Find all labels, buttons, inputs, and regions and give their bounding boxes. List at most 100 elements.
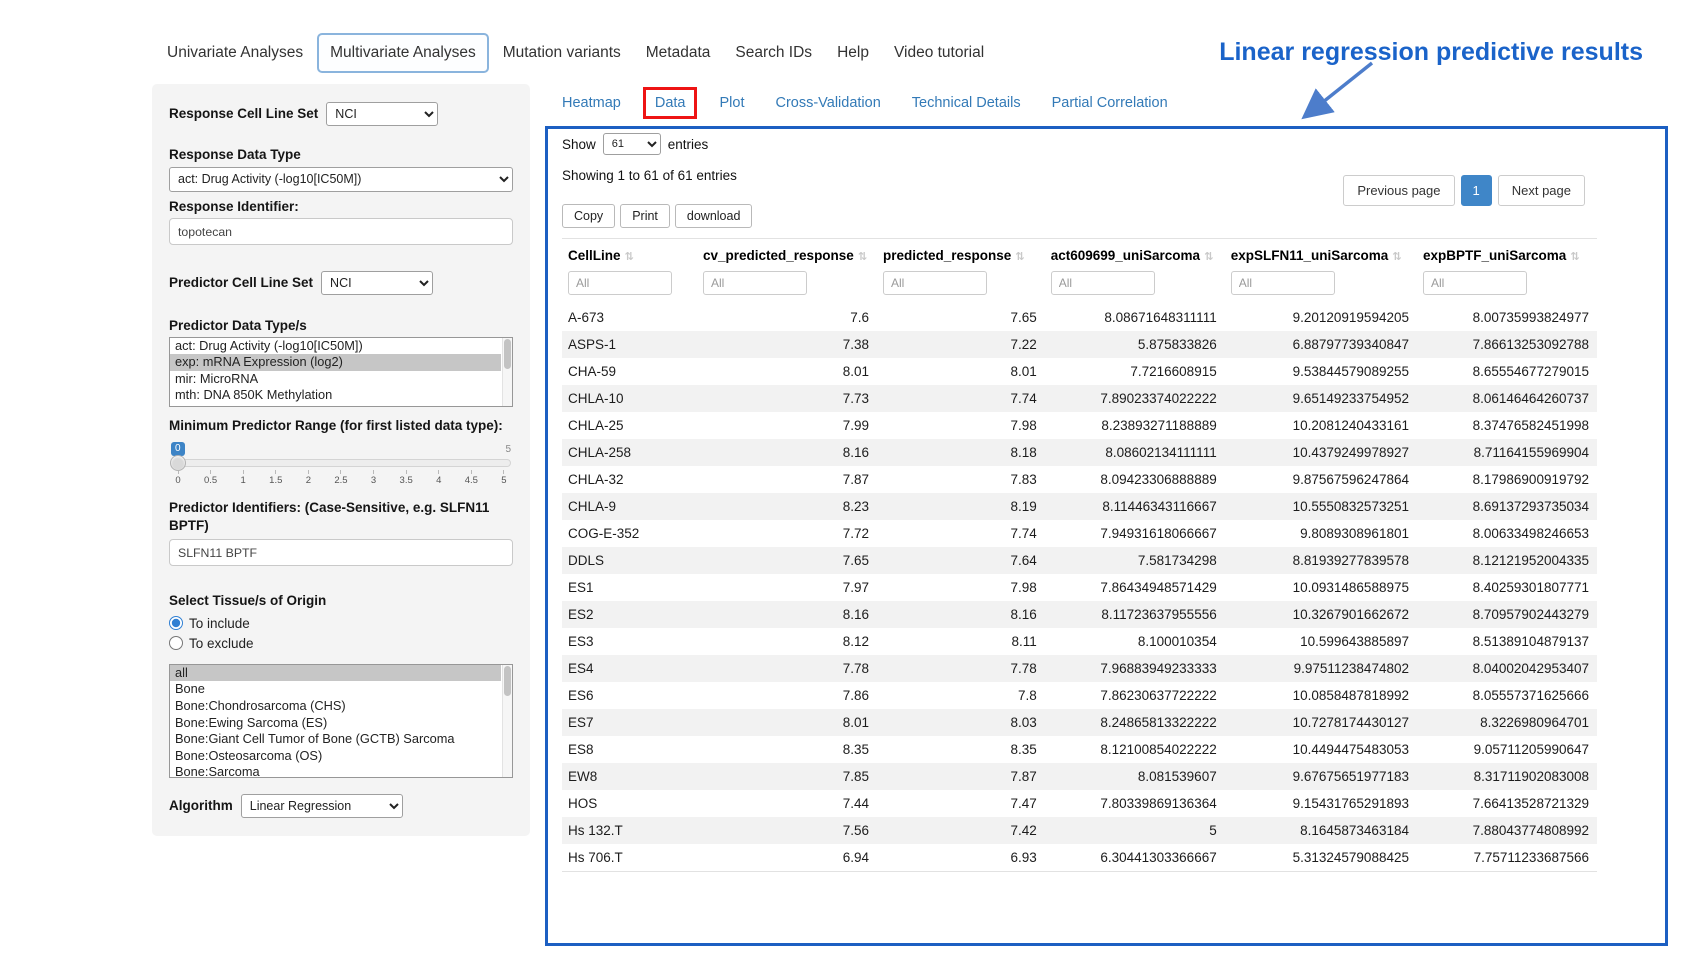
table-cell-value: 8.08602134111111 — [1045, 439, 1225, 466]
column-header-act609699-unisarcoma[interactable]: act609699_uniSarcoma⇅ — [1045, 239, 1225, 272]
results-tab-plot[interactable]: Plot — [719, 95, 744, 111]
slider-tick: 3 — [367, 470, 381, 486]
results-tab-technical-details[interactable]: Technical Details — [912, 95, 1021, 111]
tissue-mode-option-to-exclude[interactable]: To exclude — [169, 636, 513, 651]
slider-tick: 0 — [171, 470, 185, 486]
table-header-row: CellLine⇅cv_predicted_response⇅predicted… — [562, 239, 1597, 272]
table-cell-cellline: ASPS-1 — [562, 331, 697, 358]
data-type-option-exp-mrna-expression-log2[interactable]: exp: mRNA Expression (log2) — [170, 354, 501, 371]
tissue-option-all[interactable]: all — [170, 665, 501, 682]
table-cell-value: 8.05557371625666 — [1417, 682, 1597, 709]
predictor-data-types-list[interactable]: act: Drug Activity (-log10[IC50M])exp: m… — [169, 337, 513, 407]
tissue-option-bone-sarcoma[interactable]: Bone:Sarcoma — [170, 764, 501, 778]
table-cell-value: 7.88043774808992 — [1417, 817, 1597, 844]
column-header-expbptf-unisarcoma[interactable]: expBPTF_uniSarcoma⇅ — [1417, 239, 1597, 272]
table-cell-cellline: ES3 — [562, 628, 697, 655]
filter-input-cellline[interactable] — [568, 271, 672, 295]
min-predictor-range-label: Minimum Predictor Range (for first liste… — [169, 417, 513, 435]
slider-tick: 2.5 — [334, 470, 348, 486]
tissue-mode-option-to-include[interactable]: To include — [169, 616, 513, 631]
table-cell-cellline: CHA-59 — [562, 358, 697, 385]
min-predictor-range-slider[interactable]: 0 5 00.511.522.533.544.55 — [171, 442, 511, 486]
slider-handle[interactable] — [170, 455, 186, 471]
tissue-option-bone-ewing-sarcoma-es[interactable]: Bone:Ewing Sarcoma (ES) — [170, 715, 501, 732]
algorithm-select[interactable]: Linear Regression — [241, 794, 403, 818]
filter-input-act609699-unisarcoma[interactable] — [1051, 271, 1155, 295]
slider-track[interactable] — [171, 459, 511, 467]
predictor-identifiers-input[interactable] — [169, 539, 513, 566]
previous-page-button[interactable]: Previous page — [1343, 175, 1454, 206]
annotation-arrow-icon — [1292, 58, 1382, 126]
filter-input-expslfn11-unisarcoma[interactable] — [1231, 271, 1335, 295]
nav-tab-multivariate-analyses[interactable]: Multivariate Analyses — [317, 33, 489, 73]
table-cell-cellline: CHLA-9 — [562, 493, 697, 520]
scrollbar-thumb[interactable] — [504, 339, 511, 369]
column-header-expslfn11-unisarcoma[interactable]: expSLFN11_uniSarcoma⇅ — [1225, 239, 1417, 272]
results-tab-data[interactable]: Data — [643, 87, 698, 119]
data-type-option-act-drug-activity-log10-ic50m[interactable]: act: Drug Activity (-log10[IC50M]) — [170, 338, 501, 355]
slider-tick-mark — [503, 470, 504, 474]
column-header-cellline[interactable]: CellLine⇅ — [562, 239, 697, 272]
results-tab-partial-correlation[interactable]: Partial Correlation — [1052, 95, 1168, 111]
annotation-title: Linear regression predictive results — [1219, 38, 1643, 67]
results-tab-heatmap[interactable]: Heatmap — [562, 95, 621, 111]
results-tab-cross-validation[interactable]: Cross-Validation — [775, 95, 880, 111]
nav-tab-mutation-variants[interactable]: Mutation variants — [492, 35, 632, 71]
download-button[interactable]: download — [675, 204, 753, 228]
response-identifier-label: Response Identifier: — [169, 198, 513, 216]
slider-tick-mark — [438, 470, 439, 474]
entries-count-select[interactable]: 61 — [603, 133, 661, 155]
filter-input-expbptf-unisarcoma[interactable] — [1423, 271, 1527, 295]
tissue-option-bone-giant-cell-tumor-of-bone-gctb-sarcoma[interactable]: Bone:Giant Cell Tumor of Bone (GCTB) Sar… — [170, 731, 501, 748]
table-cell-value: 9.15431765291893 — [1225, 790, 1417, 817]
slider-tick-mark — [243, 470, 244, 474]
table-cell-value: 8.71164155969904 — [1417, 439, 1597, 466]
print-button[interactable]: Print — [620, 204, 670, 228]
table-cell-value: 8.65554677279015 — [1417, 358, 1597, 385]
filter-input-predicted-response[interactable] — [883, 271, 987, 295]
table-cell-value: 7.65 — [697, 547, 877, 574]
nav-tab-video-tutorial[interactable]: Video tutorial — [883, 35, 995, 71]
data-type-option-mth-dna-850k-methylation[interactable]: mth: DNA 850K Methylation — [170, 387, 501, 404]
sort-icon: ⇅ — [1570, 251, 1579, 263]
data-type-option-mir-microrna[interactable]: mir: MicroRNA — [170, 371, 501, 388]
page-1-button[interactable]: 1 — [1461, 175, 1492, 206]
table-cell-value: 10.2081240433161 — [1225, 412, 1417, 439]
table-cell-value: 10.0858487818992 — [1225, 682, 1417, 709]
table-cell-value: 5 — [1045, 817, 1225, 844]
tissue-option-bone-chondrosarcoma-chs[interactable]: Bone:Chondrosarcoma (CHS) — [170, 698, 501, 715]
column-header-predicted-response[interactable]: predicted_response⇅ — [877, 239, 1045, 272]
table-cell-value: 7.89023374022222 — [1045, 385, 1225, 412]
table-cell-value: 7.8 — [877, 682, 1045, 709]
tissue-option-bone[interactable]: Bone — [170, 681, 501, 698]
nav-tab-help[interactable]: Help — [826, 35, 880, 71]
table-cell-value: 7.66413528721329 — [1417, 790, 1597, 817]
column-filter-cell — [1045, 271, 1225, 304]
table-cell-value: 7.38 — [697, 331, 877, 358]
scrollbar[interactable] — [502, 338, 512, 406]
response-data-type-select[interactable]: act: Drug Activity (-log10[IC50M]) — [169, 167, 513, 192]
to-exclude-radio[interactable] — [169, 636, 183, 650]
table-cell-value: 5.875833826 — [1045, 331, 1225, 358]
tissue-origin-label: Select Tissue/s of Origin — [169, 592, 513, 610]
filter-input-cv-predicted-response[interactable] — [703, 271, 807, 295]
table-row: ES17.977.987.8643494857142910.0931486588… — [562, 574, 1597, 601]
response-identifier-input[interactable] — [169, 218, 513, 245]
tissue-option-bone-osteosarcoma-os[interactable]: Bone:Osteosarcoma (OS) — [170, 748, 501, 765]
tissue-list[interactable]: allBoneBone:Chondrosarcoma (CHS)Bone:Ewi… — [169, 664, 513, 778]
radio-label: To exclude — [189, 636, 254, 651]
slider-tick-label: 0.5 — [204, 475, 217, 486]
table-cell-value: 10.599643885897 — [1225, 628, 1417, 655]
nav-tab-search-ids[interactable]: Search IDs — [724, 35, 823, 71]
copy-button[interactable]: Copy — [562, 204, 615, 228]
response-cell-line-set-select[interactable]: NCI — [326, 102, 438, 126]
predictor-cell-line-set-select[interactable]: NCI — [321, 271, 433, 295]
to-include-radio[interactable] — [169, 616, 183, 630]
table-cell-value: 8.35 — [697, 736, 877, 763]
nav-tab-univariate-analyses[interactable]: Univariate Analyses — [156, 35, 314, 71]
next-page-button[interactable]: Next page — [1498, 175, 1585, 206]
nav-tab-metadata[interactable]: Metadata — [635, 35, 722, 71]
scrollbar-thumb[interactable] — [504, 666, 511, 696]
scrollbar[interactable] — [502, 665, 512, 777]
column-header-cv-predicted-response[interactable]: cv_predicted_response⇅ — [697, 239, 877, 272]
